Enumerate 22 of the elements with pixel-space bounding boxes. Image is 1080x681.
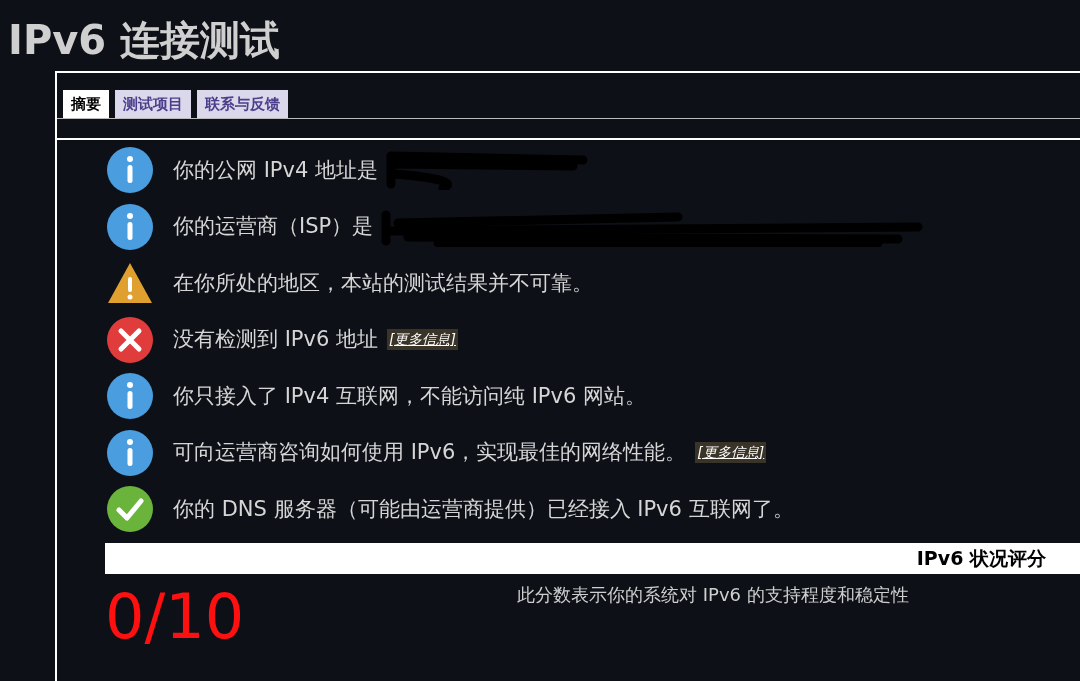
- tab[interactable]: 联系与反馈: [197, 90, 288, 118]
- result-text: 没有检测到 IPv6 地址: [173, 326, 378, 353]
- check-icon: [106, 485, 154, 534]
- more-info-link[interactable]: [更多信息]: [695, 442, 767, 464]
- info-icon: [106, 146, 154, 195]
- tab[interactable]: 摘要: [63, 90, 109, 118]
- result-text: 你的运营商（ISP）是: [173, 213, 374, 240]
- result-text: 可向运营商咨询如何使用 IPv6，实现最佳的网络性能。: [173, 439, 687, 466]
- error-icon: [106, 315, 154, 364]
- score-value: 0/10: [105, 581, 246, 652]
- result-text: 在你所处的地区，本站的测试结果并不可靠。: [173, 269, 593, 297]
- tab[interactable]: 测试项目: [115, 90, 191, 118]
- result-text: 你的 DNS 服务器（可能由运营商提供）已经接入 IPv6 互联网了。: [173, 495, 794, 523]
- result-text: 你的公网 IPv4 地址是: [173, 156, 378, 184]
- score-heading: IPv6 状况评分: [916, 545, 1046, 571]
- result-text: 你只接入了 IPv4 互联网，不能访问纯 IPv6 网站。: [173, 382, 646, 410]
- score-description: 此分数表示你的系统对 IPv6 的支持程度和稳定性: [517, 582, 909, 607]
- info-icon: [106, 372, 154, 421]
- more-info-link[interactable]: [更多信息]: [387, 329, 458, 351]
- page-title: IPv6 连接测试: [8, 16, 281, 64]
- info-icon: [106, 202, 154, 251]
- info-icon: [106, 428, 154, 477]
